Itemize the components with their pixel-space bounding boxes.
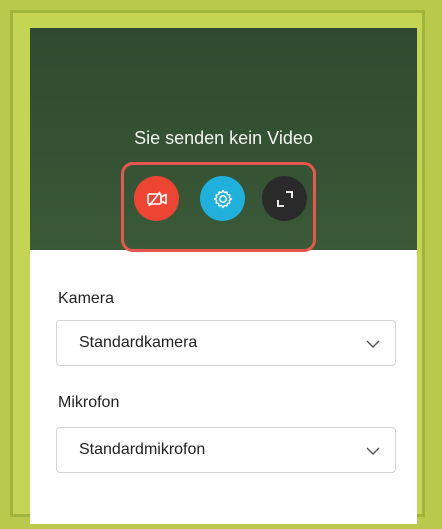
chevron-down-icon (366, 447, 380, 455)
microphone-label: Mikrofon (58, 394, 120, 411)
camera-select[interactable]: Standardkamera (56, 320, 396, 366)
no-video-message: Sie senden kein Video (134, 128, 313, 148)
microphone-select[interactable]: Standardmikrofon (56, 427, 396, 473)
video-settings-panel: Sie senden kein Video Kamera Standardkam… (30, 28, 417, 524)
camera-select-value: Standardkamera (79, 334, 198, 351)
chevron-down-icon (366, 340, 380, 348)
video-preview: Sie senden kein Video (30, 28, 417, 252)
controls-highlight (121, 162, 316, 252)
microphone-select-value: Standardmikrofon (79, 441, 206, 458)
camera-label: Kamera (58, 290, 115, 307)
